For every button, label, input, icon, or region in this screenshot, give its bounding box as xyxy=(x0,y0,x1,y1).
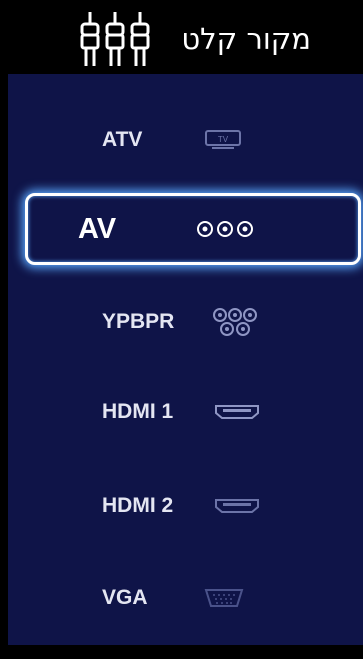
source-label: VGA xyxy=(102,586,148,609)
input-source-screen: מקור קלט ATV TV AV YPBPR HDMI 1 HDMI 2 V… xyxy=(0,0,363,659)
source-label: ATV xyxy=(102,128,143,151)
rca-connector-icon xyxy=(80,12,150,66)
hdmi-icon xyxy=(214,470,260,542)
tv-icon: TV xyxy=(204,104,242,176)
source-item-vga[interactable]: VGA xyxy=(16,562,361,634)
source-item-hdmi-2[interactable]: HDMI 2 xyxy=(16,470,361,542)
source-list: ATV TV AV YPBPR HDMI 1 HDMI 2 VGA xyxy=(8,74,363,659)
av-rca-icon xyxy=(196,196,254,262)
hdmi-icon xyxy=(214,376,260,448)
source-item-ypbpr[interactable]: YPBPR xyxy=(16,286,361,358)
component-icon xyxy=(212,286,258,358)
vga-icon xyxy=(204,562,244,634)
source-item-av[interactable]: AV xyxy=(25,193,361,265)
header-bar: מקור קלט xyxy=(0,0,363,74)
source-item-atv[interactable]: ATV TV xyxy=(16,104,361,176)
source-item-hdmi-1[interactable]: HDMI 1 xyxy=(16,376,361,448)
source-label: YPBPR xyxy=(102,310,175,333)
source-label: AV xyxy=(78,213,117,245)
svg-text:TV: TV xyxy=(218,135,229,144)
source-label: HDMI 2 xyxy=(102,494,174,517)
source-label: HDMI 1 xyxy=(102,400,174,423)
bottom-edge xyxy=(8,645,363,659)
page-title: מקור קלט xyxy=(181,22,311,56)
